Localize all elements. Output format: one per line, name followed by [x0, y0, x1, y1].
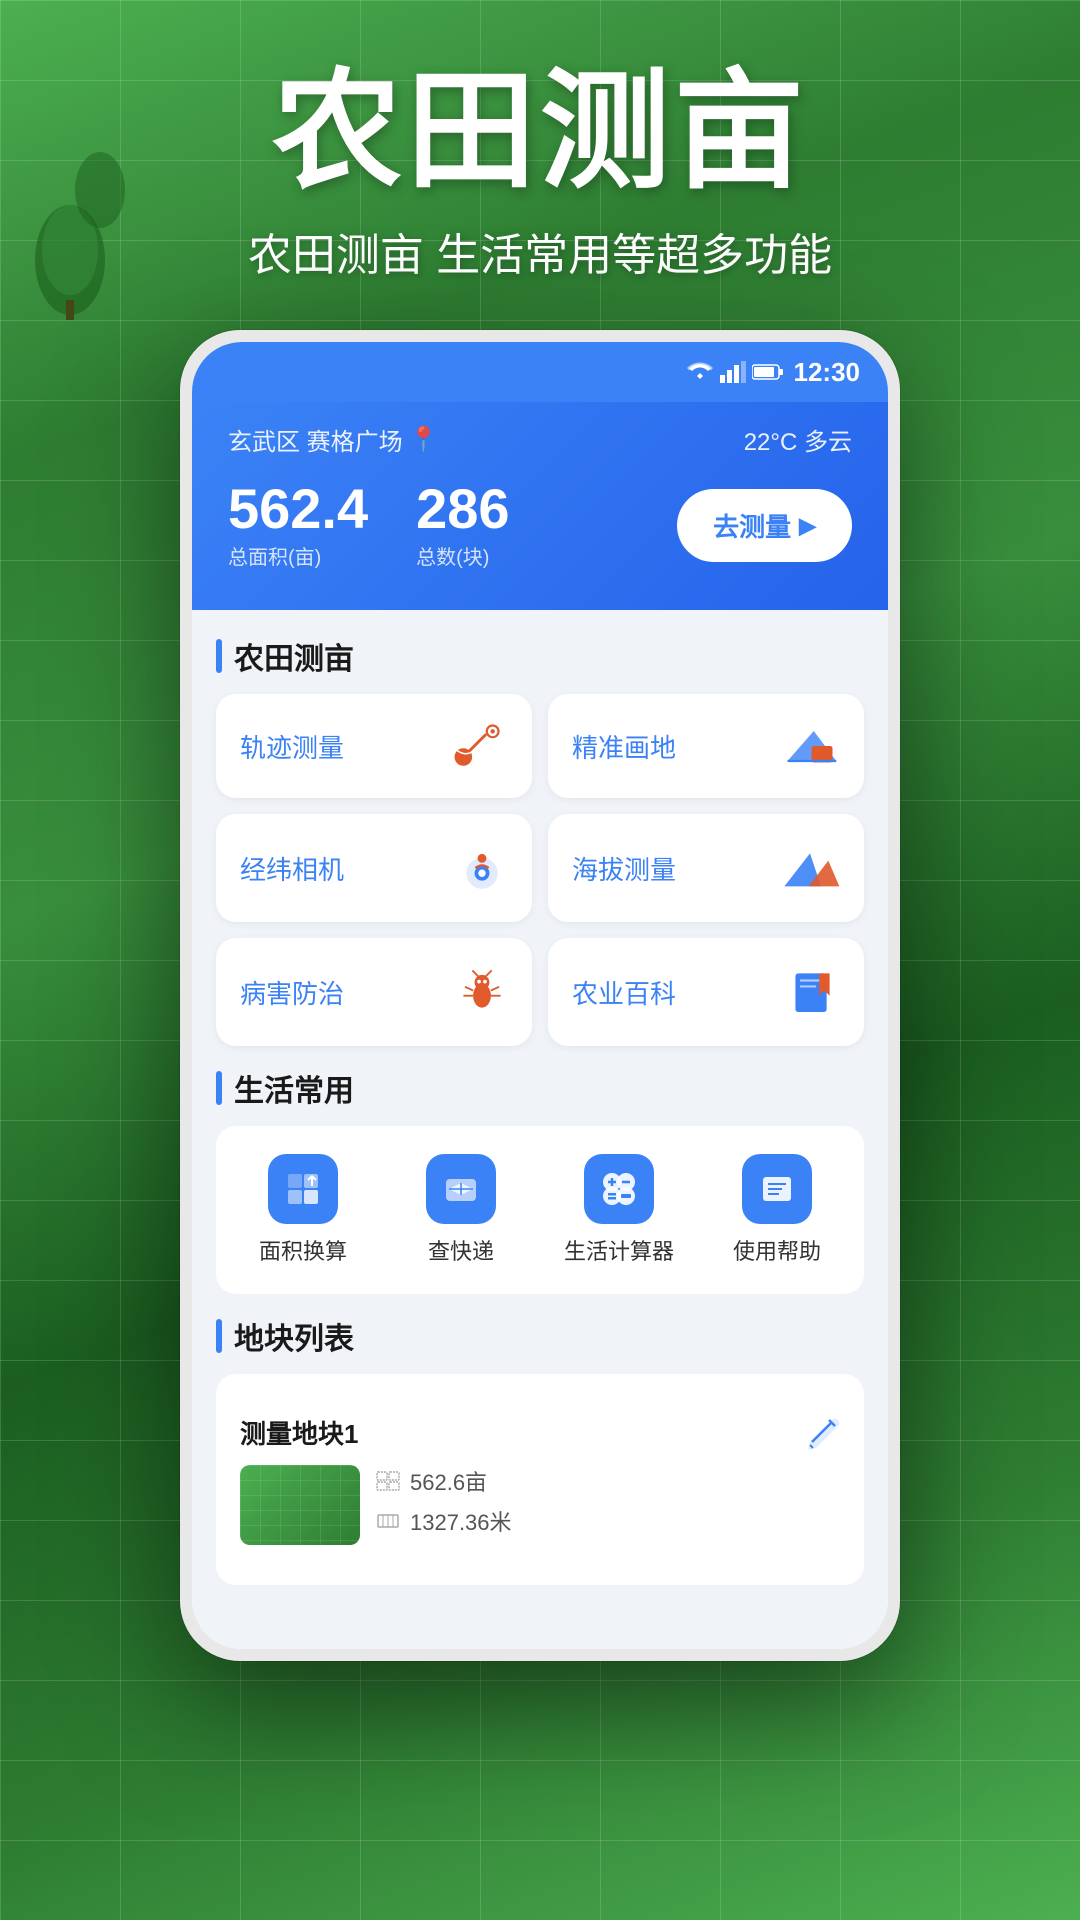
- edit-icon[interactable]: [804, 1415, 840, 1451]
- plot-details: 562.6亩 1: [240, 1465, 840, 1545]
- farm-section-bar: [216, 639, 222, 673]
- draw-icon: [780, 722, 840, 770]
- measure-btn-arrow-icon: ▶: [799, 513, 816, 539]
- hero-subtitle: 农田测亩 生活常用等超多功能: [0, 219, 1080, 283]
- feature-camera-card[interactable]: 经纬相机: [216, 814, 532, 922]
- feature-pest-label: 病害防治: [240, 974, 344, 1011]
- tools-grid: 面积换算: [216, 1126, 864, 1294]
- measure-button[interactable]: 去测量 ▶: [677, 489, 852, 562]
- agri-icon: [788, 966, 840, 1018]
- tool-express-icon: [426, 1154, 496, 1224]
- calc-icon: [599, 1169, 639, 1209]
- feature-grid: 轨迹测量 精准画地: [216, 694, 864, 1046]
- tool-help-icon: [742, 1154, 812, 1224]
- wifi-icon: [686, 361, 714, 383]
- altitude-icon: [780, 846, 840, 890]
- tool-help-item[interactable]: 使用帮助: [706, 1154, 848, 1266]
- tool-area-label: 面积换算: [259, 1234, 347, 1266]
- track-icon: [448, 724, 508, 768]
- plot-section-bar: [216, 1319, 222, 1353]
- tool-area-icon: [268, 1154, 338, 1224]
- header-section: 玄武区 赛格广场 📍 22°C 多云 562.4 总面积(亩) 286 总数(块…: [192, 402, 888, 610]
- signal-icon: [720, 361, 746, 383]
- plot-item-header: 测量地块1: [240, 1414, 840, 1451]
- plot-thumbnail-pattern: [240, 1465, 360, 1545]
- feature-agri-card[interactable]: 农业百科: [548, 938, 864, 1046]
- life-section-title: 生活常用: [234, 1066, 354, 1110]
- tool-express-label: 查快递: [428, 1234, 494, 1266]
- camera-icon: [456, 842, 508, 894]
- tool-calc-icon: [584, 1154, 654, 1224]
- tool-area-item[interactable]: 面积换算: [232, 1154, 374, 1266]
- tool-calc-item[interactable]: 生活计算器: [548, 1154, 690, 1266]
- plot-perimeter-row: 1327.36米: [376, 1505, 512, 1537]
- plot-name: 测量地块1: [240, 1414, 358, 1451]
- plot-thumbnail: [240, 1465, 360, 1545]
- main-content: 农田测亩 轨迹测量: [192, 610, 888, 1649]
- tool-calc-label: 生活计算器: [564, 1234, 674, 1266]
- feature-agri-label: 农业百科: [572, 974, 676, 1011]
- area-icon: [284, 1170, 322, 1208]
- stats-row: 562.4 总面积(亩) 286 总数(块) 去测量 ▶: [228, 481, 852, 570]
- plot-section-title: 地块列表: [234, 1314, 354, 1358]
- life-section-bar: [216, 1071, 222, 1105]
- farm-section-header: 农田测亩: [216, 634, 864, 678]
- tool-express-item[interactable]: 查快递: [390, 1154, 532, 1266]
- tool-help-label: 使用帮助: [733, 1234, 821, 1266]
- location-row: 玄武区 赛格广场 📍 22°C 多云: [228, 422, 852, 457]
- perimeter-stat-icon: [376, 1511, 400, 1531]
- phone-outer: 12:30 玄武区 赛格广场 📍 22°C 多云 562.4 总面积(亩): [180, 330, 900, 1661]
- feature-altitude-label: 海拔测量: [572, 850, 676, 887]
- feature-track-label: 轨迹测量: [240, 728, 344, 765]
- life-section: 生活常用: [216, 1066, 864, 1294]
- life-section-header: 生活常用: [216, 1066, 864, 1110]
- plot-area-value: 562.6亩: [410, 1465, 487, 1497]
- plot-area-row: 562.6亩: [376, 1465, 512, 1497]
- location-pin-icon: 📍: [409, 425, 439, 454]
- feature-track-card[interactable]: 轨迹测量: [216, 694, 532, 798]
- phone-mockup: 12:30 玄武区 赛格广场 📍 22°C 多云 562.4 总面积(亩): [180, 330, 900, 1661]
- total-area-label: 总面积(亩): [228, 541, 368, 570]
- total-area-stat: 562.4 总面积(亩): [228, 481, 368, 570]
- plot-list: 测量地块1: [216, 1374, 864, 1585]
- help-icon: [757, 1169, 797, 1209]
- pest-icon: [456, 966, 508, 1018]
- status-bar: 12:30: [192, 342, 888, 402]
- farm-section-title: 农田测亩: [234, 634, 354, 678]
- battery-icon: [752, 363, 784, 381]
- status-time: 12:30: [794, 357, 861, 388]
- feature-pest-card[interactable]: 病害防治: [216, 938, 532, 1046]
- feature-draw-label: 精准画地: [572, 728, 676, 765]
- total-count-stat: 286 总数(块): [416, 481, 509, 570]
- total-count-label: 总数(块): [416, 541, 509, 570]
- feature-altitude-card[interactable]: 海拔测量: [548, 814, 864, 922]
- plot-section: 地块列表 测量地块1: [216, 1314, 864, 1585]
- plot-perimeter-value: 1327.36米: [410, 1505, 512, 1537]
- measure-btn-label: 去测量: [713, 507, 791, 544]
- plot-stats: 562.6亩 1: [376, 1465, 512, 1537]
- area-stat-icon: [376, 1471, 400, 1491]
- table-row[interactable]: 测量地块1: [240, 1398, 840, 1561]
- farm-section: 农田测亩 轨迹测量: [216, 634, 864, 1046]
- feature-camera-label: 经纬相机: [240, 850, 344, 887]
- hero-section: 农田测亩 农田测亩 生活常用等超多功能: [0, 0, 1080, 283]
- hero-title: 农田测亩: [0, 60, 1080, 203]
- total-count-value: 286: [416, 481, 509, 537]
- feature-draw-card[interactable]: 精准画地: [548, 694, 864, 798]
- plot-section-header: 地块列表: [216, 1314, 864, 1358]
- weather-display: 22°C 多云: [744, 422, 852, 457]
- bottom-spacer: [216, 1605, 864, 1625]
- phone-inner: 12:30 玄武区 赛格广场 📍 22°C 多云 562.4 总面积(亩): [192, 342, 888, 1649]
- status-icons: [686, 361, 784, 383]
- express-icon: [441, 1169, 481, 1209]
- total-area-value: 562.4: [228, 481, 368, 537]
- location-text: 玄武区 赛格广场: [228, 422, 403, 457]
- location-display: 玄武区 赛格广场 📍: [228, 422, 439, 457]
